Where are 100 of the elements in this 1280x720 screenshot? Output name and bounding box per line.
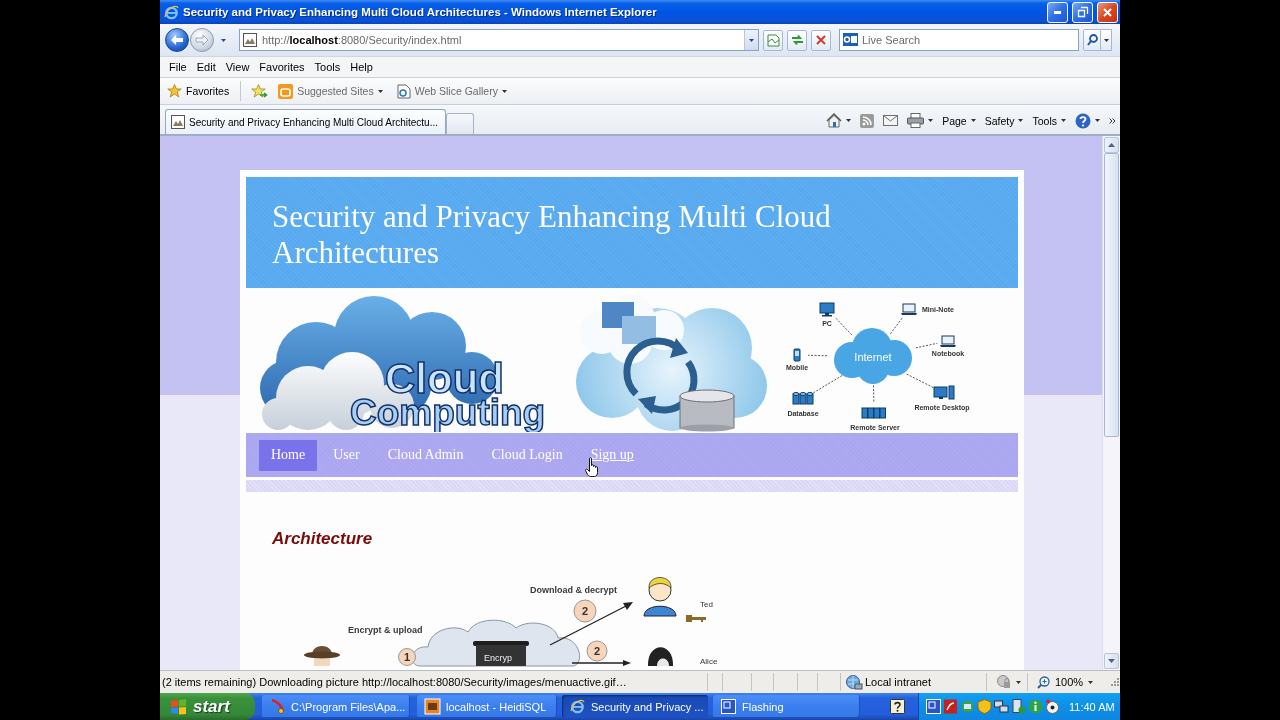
info-icon[interactable] [1027, 699, 1043, 714]
section-heading: Architecture [272, 529, 373, 549]
compatibility-button[interactable] [763, 29, 783, 51]
back-button[interactable] [165, 28, 189, 52]
arrow-down-icon [1108, 659, 1115, 663]
app-tile-icon [425, 699, 440, 714]
mail-button[interactable] [883, 115, 899, 126]
laptop-icon [901, 303, 917, 315]
menu-item[interactable]: Favorites [254, 59, 310, 75]
site-title: Security and Privacy Enhancing Multi Cloud Architectures [272, 199, 832, 271]
step-number: 1 [398, 648, 416, 666]
person-label: Alice [700, 657, 718, 666]
link-label: Suggested Sites [297, 85, 374, 97]
caret-icon [501, 89, 507, 93]
document-icon[interactable] [942, 699, 958, 714]
stop-icon [816, 35, 826, 45]
connector-line [811, 375, 843, 394]
start-button[interactable]: start [160, 693, 255, 720]
zone-text: Local intranet [865, 676, 932, 688]
chevron-icon [1109, 117, 1116, 124]
command-menu-button[interactable]: Tools [1032, 114, 1066, 127]
menu-item[interactable]: Tools [309, 59, 346, 75]
arrow-right-icon [196, 35, 208, 45]
help-button[interactable] [1075, 112, 1100, 129]
diagram-label: Download & decrypt [530, 585, 617, 595]
person-figure [648, 647, 673, 666]
minimize-button[interactable] [1047, 1, 1068, 23]
caret-icon [1095, 119, 1100, 122]
taskbar-button[interactable]: localhost - HeidiSQL [417, 695, 557, 718]
step-number: 2 [586, 640, 608, 662]
address-field[interactable]: http://localhost:8080/Security/index.html [239, 29, 759, 51]
feeds-button[interactable] [860, 113, 875, 128]
step-number: 2 [573, 599, 597, 623]
caret-icon [970, 119, 976, 122]
person-label: Ted [700, 600, 713, 609]
scroll-up-button[interactable] [1104, 137, 1119, 153]
app-logo-icon [164, 4, 179, 20]
stop-button[interactable] [811, 29, 831, 51]
printer-icon [907, 113, 925, 128]
envelope-icon [883, 115, 899, 126]
menu-item[interactable]: File [164, 59, 192, 75]
help-icon [1075, 112, 1091, 129]
refresh-icon [790, 34, 804, 46]
search-field[interactable]: Live Search [839, 29, 1079, 51]
tab[interactable]: Security and Privacy Enhancing Multi Cloud Architectu... [165, 109, 446, 134]
flag-icon [170, 698, 187, 715]
search-options-button[interactable] [1101, 29, 1112, 51]
close-button[interactable] [1097, 1, 1118, 23]
taskbar-button[interactable]: Security and Privacy ... [562, 695, 708, 718]
caret-icon [1018, 119, 1024, 122]
connector-line [915, 342, 938, 349]
protected-mode-button[interactable] [996, 675, 1021, 689]
refresh-button[interactable] [787, 29, 807, 51]
disc-icon[interactable] [1044, 699, 1060, 714]
caret-icon [220, 38, 226, 42]
favorites-button[interactable]: Favorites [165, 82, 232, 100]
scroll-thumb[interactable] [1104, 153, 1119, 437]
menu-item[interactable]: View [220, 59, 255, 75]
broken-page-icon [766, 33, 780, 47]
computers-icon[interactable] [993, 699, 1009, 714]
window-title: Security and Privacy Enhancing Multi Cloud Architectures - Windows Internet Explorer [183, 6, 658, 18]
print-button[interactable] [907, 113, 934, 128]
app-logo-icon [570, 699, 585, 714]
caret-icon [1088, 680, 1094, 684]
taskbar-button[interactable]: Flashing [713, 695, 860, 718]
window-icon[interactable] [925, 699, 941, 714]
nav-link[interactable]: Home [259, 439, 318, 471]
connector-line [889, 317, 903, 335]
feather-icon [270, 699, 285, 714]
favorites-link[interactable]: Suggested Sites [276, 81, 385, 101]
menu-item[interactable]: Help [345, 59, 378, 75]
database-cylinder [679, 389, 735, 432]
caret-icon [749, 38, 754, 42]
file-tile [622, 316, 656, 344]
restore-button[interactable] [1072, 1, 1093, 23]
menu-item[interactable]: Edit [191, 59, 221, 75]
close-icon [1103, 7, 1112, 17]
home-button[interactable] [826, 113, 852, 128]
search-icon [1086, 34, 1098, 46]
image-icon [243, 33, 257, 47]
help-icon [890, 699, 905, 714]
link-label: Web Slice Gallery [414, 85, 498, 97]
command-menu-button[interactable]: Safety [984, 114, 1024, 127]
globe-icon [846, 674, 862, 690]
command-menu-button[interactable]: Page [942, 114, 976, 127]
taskbar-button[interactable]: C:\Program Files\Apa... [262, 695, 410, 718]
search-button[interactable] [1083, 29, 1101, 51]
server-icon [861, 407, 886, 419]
favorites-link[interactable]: Web Slice Gallery [394, 81, 509, 101]
zoom-button[interactable]: 100% [1037, 675, 1094, 689]
network-icon[interactable] [959, 699, 975, 714]
scroll-down-button[interactable] [1104, 653, 1119, 669]
caret-icon [846, 119, 852, 122]
connector-line [834, 316, 853, 336]
hat-figure [304, 646, 340, 666]
clock: 11:40 AM [1069, 700, 1115, 713]
caret-icon [1103, 38, 1109, 42]
server-icon[interactable] [1010, 699, 1026, 714]
address-dropdown-button[interactable] [744, 30, 758, 50]
more-tools-button[interactable] [1109, 117, 1116, 124]
